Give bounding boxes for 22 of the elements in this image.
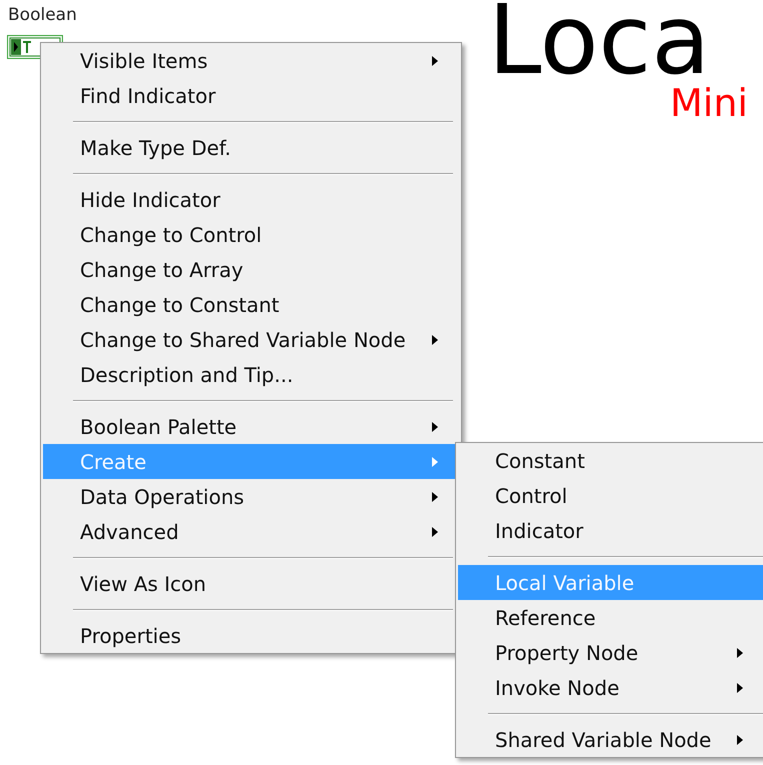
menu-item[interactable]: Change to Control [43,217,459,252]
menu-item[interactable]: Reference [458,600,763,635]
menu-item[interactable]: Invoke Node [458,670,763,705]
menu-item[interactable]: Properties [43,618,459,653]
menu-item[interactable]: Hide Indicator [43,182,459,217]
menu-item[interactable]: Visible Items [43,43,459,78]
menu-item[interactable]: Control [458,478,763,513]
menu-item[interactable]: Find Indicator [43,78,459,113]
menu-item[interactable]: Indicator [458,513,763,548]
control-label: Boolean [8,5,77,26]
menu-item[interactable]: Constant [458,443,763,478]
menu-item[interactable]: Description and Tip... [43,357,459,392]
menu-item[interactable]: Property Node [458,635,763,670]
menu-item[interactable]: Change to Constant [43,287,459,322]
menu-item[interactable]: Advanced [43,514,459,549]
menu-item[interactable]: Boolean Palette [43,409,459,444]
menu-item[interactable]: Make Type Def. [43,130,459,165]
menu-item[interactable]: View As Icon [43,566,459,601]
menu-item[interactable]: Shared Variable Node [458,722,763,757]
menu-item[interactable]: Data Operations [43,479,459,514]
menu-item[interactable]: Change to Array [43,252,459,287]
menu-item[interactable]: Change to Shared Variable Node [43,322,459,357]
